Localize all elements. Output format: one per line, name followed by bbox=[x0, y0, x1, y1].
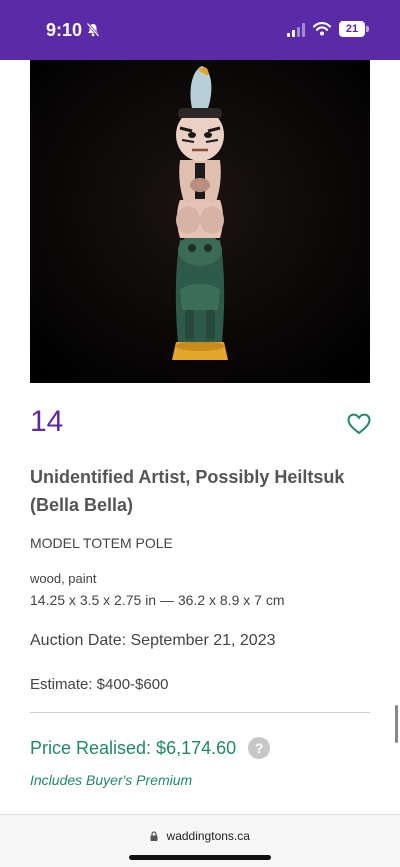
url-bar[interactable]: waddingtons.ca bbox=[0, 827, 400, 845]
estimate: Estimate: $400-$600 bbox=[30, 676, 169, 693]
price-realised: Price Realised: $6,174.60 bbox=[30, 737, 237, 758]
status-time: 9:10 bbox=[46, 20, 83, 40]
browser-bar: waddingtons.ca bbox=[0, 814, 400, 867]
artist-title: Unidentified Artist, Possibly Heiltsuk (… bbox=[30, 467, 345, 515]
object-title: MODEL TOTEM POLE bbox=[30, 535, 173, 551]
battery-level: 21 bbox=[345, 23, 359, 35]
totem-pole-photo bbox=[30, 60, 370, 383]
divider bbox=[30, 712, 370, 713]
heart-icon[interactable] bbox=[347, 413, 371, 435]
battery-icon: 21 bbox=[339, 21, 369, 37]
signal-icon bbox=[287, 23, 305, 37]
status-bar: 9:10 21 bbox=[0, 0, 400, 60]
price-row: Price Realised: $6,174.60 ? bbox=[30, 735, 271, 761]
lock-icon bbox=[150, 831, 158, 841]
premium-note: Includes Buyer's Premium bbox=[30, 772, 193, 788]
bell-slash-icon bbox=[86, 22, 100, 37]
help-icon[interactable]: ? bbox=[248, 737, 271, 759]
battery-cap bbox=[366, 26, 369, 32]
url-text: waddingtons.ca bbox=[166, 828, 250, 843]
medium: wood, paint bbox=[30, 571, 97, 586]
wifi-icon bbox=[313, 22, 331, 36]
auction-date: Auction Date: September 21, 2023 bbox=[30, 632, 276, 649]
home-indicator[interactable] bbox=[129, 855, 271, 860]
product-image[interactable] bbox=[30, 60, 370, 383]
dimensions: 14.25 x 3.5 x 2.75 in — 36.2 x 8.9 x 7 c… bbox=[30, 592, 285, 608]
lot-number: 14 bbox=[30, 405, 64, 438]
scrollbar-thumb[interactable] bbox=[395, 705, 398, 743]
